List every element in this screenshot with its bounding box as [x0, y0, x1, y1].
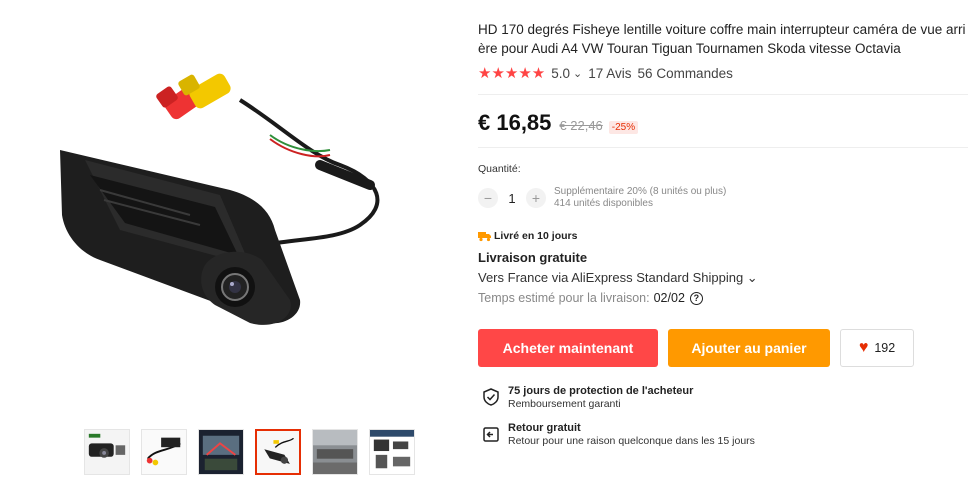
wishlist-button[interactable]: ♥ 192: [840, 329, 914, 367]
help-icon[interactable]: ?: [689, 291, 703, 305]
delivery-estimate-label: Temps estimé pour la livraison:: [478, 291, 650, 305]
reviews-link[interactable]: 17 Avis: [588, 66, 631, 81]
rating-row: ★★★★★ 5.0 ⌄ 17 Avis 56 Commandes: [478, 64, 733, 82]
divider: [478, 147, 968, 148]
product-info: HD 170 degrés Fisheye lentille voiture c…: [478, 0, 975, 480]
delivery-badge-text: Livré en 10 jours: [494, 230, 578, 242]
free-return: Retour gratuit Retour pour une raison qu…: [482, 422, 755, 448]
quantity-decrease-button[interactable]: −: [478, 188, 498, 208]
quantity-stepper: − 1 + Supplémentaire 20% (8 unités ou pl…: [478, 186, 726, 210]
protection-subtitle: Remboursement garanti: [508, 398, 621, 410]
shield-check-icon: [483, 388, 499, 406]
thumbnail-2[interactable]: [141, 429, 187, 475]
rating-value[interactable]: 5.0: [551, 66, 570, 81]
stock-text: 414 unités disponibles: [554, 198, 653, 209]
free-shipping-label: Livraison gratuite: [478, 250, 588, 265]
price-row: € 16,85 € 22,46 -25%: [478, 110, 639, 136]
buyer-protection: 75 jours de protection de l'acheteur Rem…: [482, 385, 693, 411]
main-product-image[interactable]: [40, 55, 410, 385]
thumbnail-1[interactable]: [84, 429, 130, 475]
product-title: HD 170 degrés Fisheye lentille voiture c…: [478, 22, 966, 56]
quantity-input[interactable]: 1: [498, 191, 526, 206]
return-subtitle: Retour pour une raison quelconque dans l…: [508, 435, 755, 447]
thumbnail-4[interactable]: [255, 429, 301, 475]
thumbnail-5[interactable]: [312, 429, 358, 475]
delivery-estimate-date: 02/02: [653, 291, 685, 305]
quantity-label: Quantité:: [478, 163, 521, 175]
buy-now-button[interactable]: Acheter maintenant: [478, 329, 658, 367]
return-title: Retour gratuit: [508, 422, 581, 434]
delivery-truck-icon: [478, 232, 491, 242]
current-price: € 16,85: [478, 110, 552, 135]
discount-badge: -25%: [608, 121, 639, 134]
quantity-info: Supplémentaire 20% (8 unités ou plus) 41…: [554, 186, 726, 210]
heart-icon: ♥: [858, 339, 869, 356]
protection-title: 75 jours de protection de l'acheteur: [508, 385, 694, 397]
delivery-estimate: Temps estimé pour la livraison: 02/02 ?: [478, 291, 703, 305]
thumbnail-strip: [84, 429, 415, 475]
bulk-discount-text: Supplémentaire 20% (8 unités ou plus): [554, 186, 727, 197]
original-price: € 22,46: [559, 118, 603, 133]
shipping-method-selector[interactable]: Vers France via AliExpress Standard Ship…: [478, 270, 758, 286]
wishlist-count: 192: [874, 341, 896, 355]
divider: [478, 94, 968, 95]
add-to-cart-button[interactable]: Ajouter au panier: [668, 329, 830, 367]
rating-chevron-icon[interactable]: ⌄: [573, 67, 582, 80]
return-box-icon: [483, 427, 499, 442]
rating-stars: ★★★★★: [478, 65, 546, 82]
quantity-increase-button[interactable]: +: [526, 188, 546, 208]
thumbnail-6[interactable]: [369, 429, 415, 475]
product-gallery: [0, 0, 470, 480]
delivery-badge: Livré en 10 jours: [478, 230, 577, 242]
orders-count: 56 Commandes: [637, 65, 733, 81]
thumbnail-3[interactable]: [198, 429, 244, 475]
